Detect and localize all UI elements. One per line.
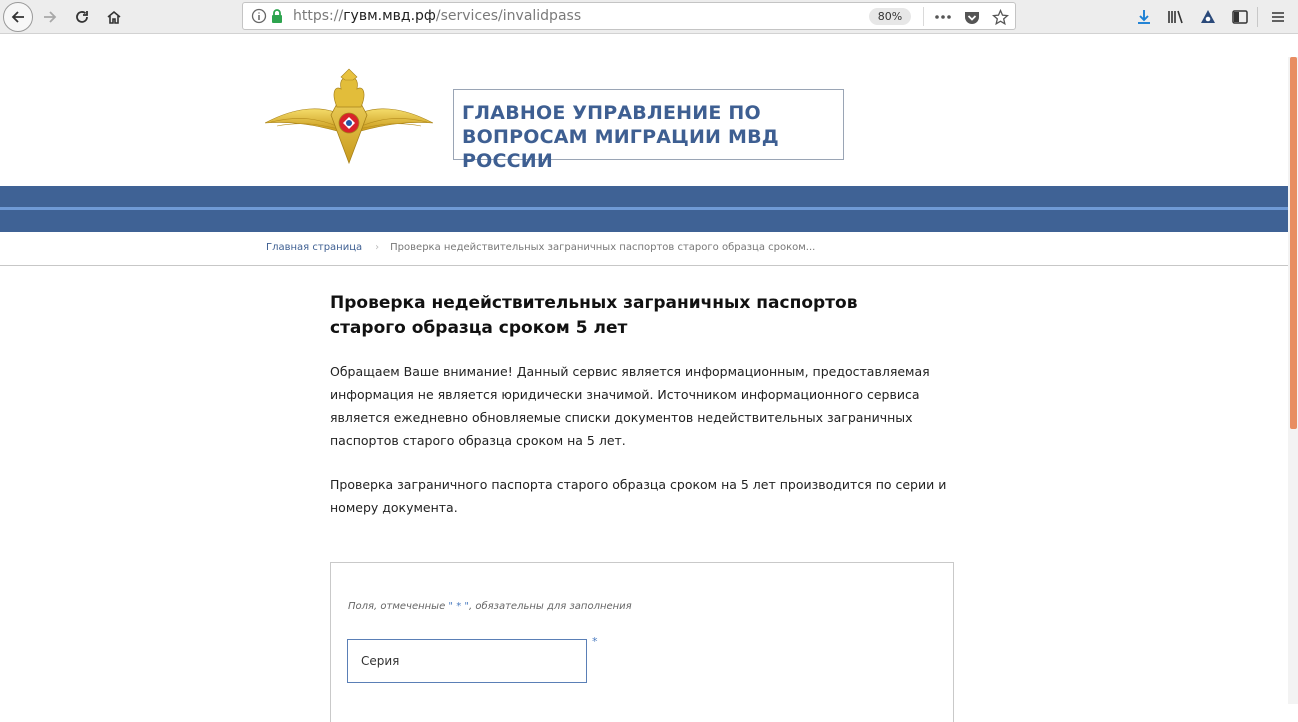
check-form: Поля, отмеченные " * ", обязательны для … (330, 562, 954, 722)
reload-icon (76, 11, 88, 23)
required-fields-note: Поля, отмеченные " * ", обязательны для … (348, 601, 632, 612)
info-icon[interactable] (251, 8, 267, 24)
bookmark-star-button[interactable] (990, 7, 1010, 27)
arrow-right-icon (44, 11, 57, 23)
web-page: ГЛАВНОЕ УПРАВЛЕНИЕ ПО ВОПРОСАМ МИГРАЦИИ … (0, 57, 1288, 722)
info-paragraph: Обращаем Ваше внимание! Данный сервис яв… (330, 364, 930, 448)
account-icon (1201, 10, 1215, 23)
page-scrollbar[interactable] (1288, 57, 1298, 704)
library-icon (1168, 10, 1183, 24)
breadcrumb-home-link[interactable]: Главная страница (266, 242, 362, 253)
pocket-icon (965, 11, 979, 24)
back-button[interactable] (3, 2, 33, 32)
library-button[interactable] (1163, 3, 1189, 31)
required-note-suffix: , обязательны для заполнения (468, 601, 632, 612)
sidebar-button[interactable] (1227, 3, 1253, 31)
chevron-right-icon: › (375, 242, 380, 253)
instruction-paragraph: Проверка заграничного паспорта старого о… (330, 477, 947, 515)
arrow-left-icon (11, 11, 24, 23)
url-path: /services/invalidpass (435, 8, 582, 24)
more-horizontal-icon (935, 15, 951, 19)
browser-toolbar: https://гувм.мвд.рф/services/invalidpass… (0, 0, 1298, 34)
site-title-line1: ГЛАВНОЕ УПРАВЛЕНИЕ ПО (462, 102, 761, 124)
page-title: Проверка недействительных заграничных па… (330, 293, 858, 338)
url-divider (923, 7, 924, 26)
required-note-star: " * " (448, 601, 469, 612)
home-icon (107, 10, 121, 24)
breadcrumb: Главная страница › Проверка недействительн… (266, 242, 815, 253)
sidebar-icon (1232, 10, 1248, 24)
sync-account-button[interactable] (1195, 3, 1221, 31)
required-mark: * (592, 635, 598, 648)
site-title-box[interactable]: ГЛАВНОЕ УПРАВЛЕНИЕ ПО ВОПРОСАМ МИГРАЦИИ … (453, 89, 844, 172)
page-actions-button[interactable] (933, 7, 953, 27)
menu-button[interactable] (1265, 3, 1291, 31)
reload-button[interactable] (68, 3, 96, 31)
site-title-line2: ВОПРОСАМ МИГРАЦИИ МВД РОССИИ (462, 126, 779, 172)
url-domain: гувм.мвд.рф (343, 8, 436, 24)
series-input[interactable] (347, 639, 587, 683)
zoom-level-badge[interactable]: 80% (869, 8, 911, 25)
mvd-emblem-logo[interactable] (264, 67, 434, 167)
required-note-prefix: Поля, отмеченные (348, 601, 446, 612)
address-bar[interactable]: https://гувм.мвд.рф/services/invalidpass… (242, 2, 1016, 30)
breadcrumb-current: Проверка недействительных заграничных па… (390, 242, 816, 253)
star-icon (991, 8, 1009, 25)
pocket-button[interactable] (962, 7, 982, 27)
url-prefix: https:// (293, 8, 344, 24)
breadcrumb-divider (0, 265, 1288, 266)
toolbar-divider (1257, 7, 1258, 27)
url-text[interactable]: https://гувм.мвд.рф/services/invalidpass (293, 8, 581, 24)
downloads-button[interactable] (1131, 3, 1157, 31)
lock-icon (272, 9, 282, 23)
forward-button[interactable] (36, 3, 64, 31)
download-icon (1138, 10, 1150, 24)
header-band-stripe (0, 207, 1288, 210)
scrollbar-thumb[interactable] (1290, 57, 1297, 429)
hamburger-menu-icon (1272, 12, 1284, 22)
home-button[interactable] (100, 3, 128, 31)
